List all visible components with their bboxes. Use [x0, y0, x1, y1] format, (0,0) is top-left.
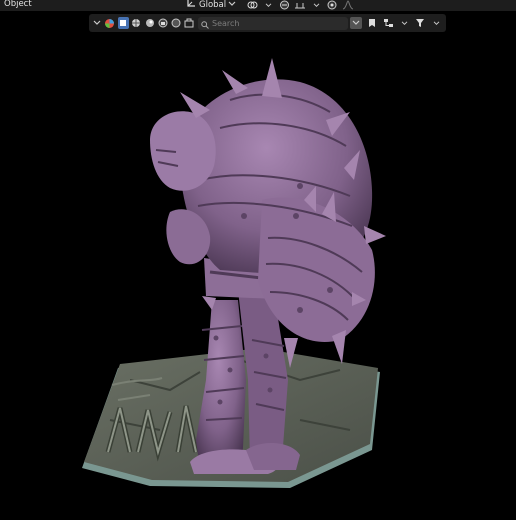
viewport-header: Object Global	[0, 0, 516, 11]
outliner-search-field[interactable]: Search	[198, 14, 348, 33]
header-tools	[246, 0, 354, 11]
chevron-down-icon[interactable]	[430, 17, 442, 29]
chevron-down-icon[interactable]	[398, 17, 410, 29]
pivot-point-icon[interactable]	[246, 0, 258, 11]
outliner-right-controls	[348, 17, 442, 29]
search-placeholder: Search	[212, 18, 240, 28]
object-filter-icon[interactable]	[117, 17, 129, 29]
snap-target-icon[interactable]	[294, 0, 306, 11]
world-filter-icon[interactable]	[171, 17, 182, 29]
chevron-down-icon[interactable]	[91, 17, 102, 29]
3d-viewport[interactable]	[0, 34, 516, 516]
transform-orientation-label: Global	[199, 0, 227, 10]
hierarchy-icon[interactable]	[382, 17, 394, 29]
chevron-down-icon[interactable]	[310, 0, 322, 11]
chevron-down-icon[interactable]	[350, 17, 362, 29]
transform-axes-icon	[186, 0, 196, 11]
falloff-curve-icon[interactable]	[342, 0, 354, 11]
other-filter-icon[interactable]	[184, 17, 195, 29]
camera-filter-icon[interactable]	[157, 17, 168, 29]
chevron-down-icon	[228, 0, 236, 10]
transform-orientation-group: Global	[186, 0, 236, 10]
proportional-editing-icon[interactable]	[326, 0, 338, 11]
search-icon	[201, 14, 209, 33]
mesh-filter-icon[interactable]	[131, 17, 142, 29]
snap-toggle-icon[interactable]	[278, 0, 290, 11]
sculpt-model-render	[82, 58, 386, 488]
render-preview-icon[interactable]	[104, 17, 115, 29]
light-filter-icon[interactable]	[144, 17, 155, 29]
outliner-toolbar: Search	[89, 14, 446, 32]
bookmark-icon[interactable]	[366, 17, 378, 29]
filter-icon[interactable]	[414, 17, 426, 29]
interaction-mode-menu[interactable]: Object	[4, 0, 32, 9]
chevron-down-icon[interactable]	[262, 0, 274, 11]
transform-orientation-dropdown[interactable]: Global	[199, 0, 236, 10]
